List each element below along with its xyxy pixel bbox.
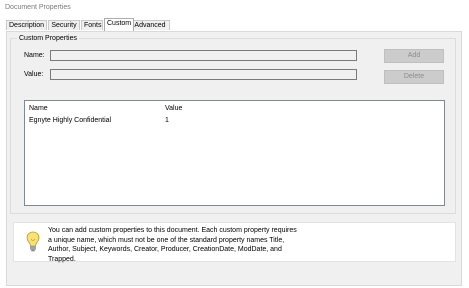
info-line: You can add custom properties to this do… (48, 227, 297, 234)
tab-custom[interactable]: Custom (104, 18, 134, 31)
list-header: Name Value (25, 103, 444, 115)
tab-advanced[interactable]: Advanced (130, 20, 170, 30)
info-text: You can add custom properties to this do… (48, 226, 298, 264)
value-label: Value: (24, 71, 44, 78)
property-value: 1 (165, 117, 169, 124)
tab-security[interactable]: Security (48, 20, 80, 30)
delete-button[interactable]: Delete (384, 70, 444, 84)
custom-properties-label: Custom Properties (17, 35, 79, 42)
title-bar: Document Properties (0, 0, 469, 16)
column-header-value[interactable]: Value (165, 103, 182, 115)
add-button[interactable]: Add (384, 49, 444, 63)
name-field[interactable] (50, 50, 357, 61)
value-field[interactable] (50, 69, 357, 80)
info-line: a unique name, which must not be one of … (48, 236, 285, 244)
info-line: Author, Subject, Keywords, Creator, Prod… (48, 246, 282, 253)
custom-properties-list[interactable]: Name Value Egnyte Highly Confidential 1 (24, 100, 445, 206)
window-title: Document Properties (5, 4, 71, 11)
tab-fonts[interactable]: Fonts (81, 20, 103, 30)
info-line: Trapped. (48, 255, 76, 263)
column-header-name[interactable]: Name (29, 103, 48, 115)
list-item[interactable]: Egnyte Highly Confidential 1 (25, 115, 444, 127)
tab-description[interactable]: Description (6, 20, 47, 30)
lightbulb-icon (26, 231, 40, 253)
info-box: You can add custom properties to this do… (13, 222, 456, 264)
property-name: Egnyte Highly Confidential (29, 117, 112, 124)
name-label: Name: (24, 52, 45, 59)
